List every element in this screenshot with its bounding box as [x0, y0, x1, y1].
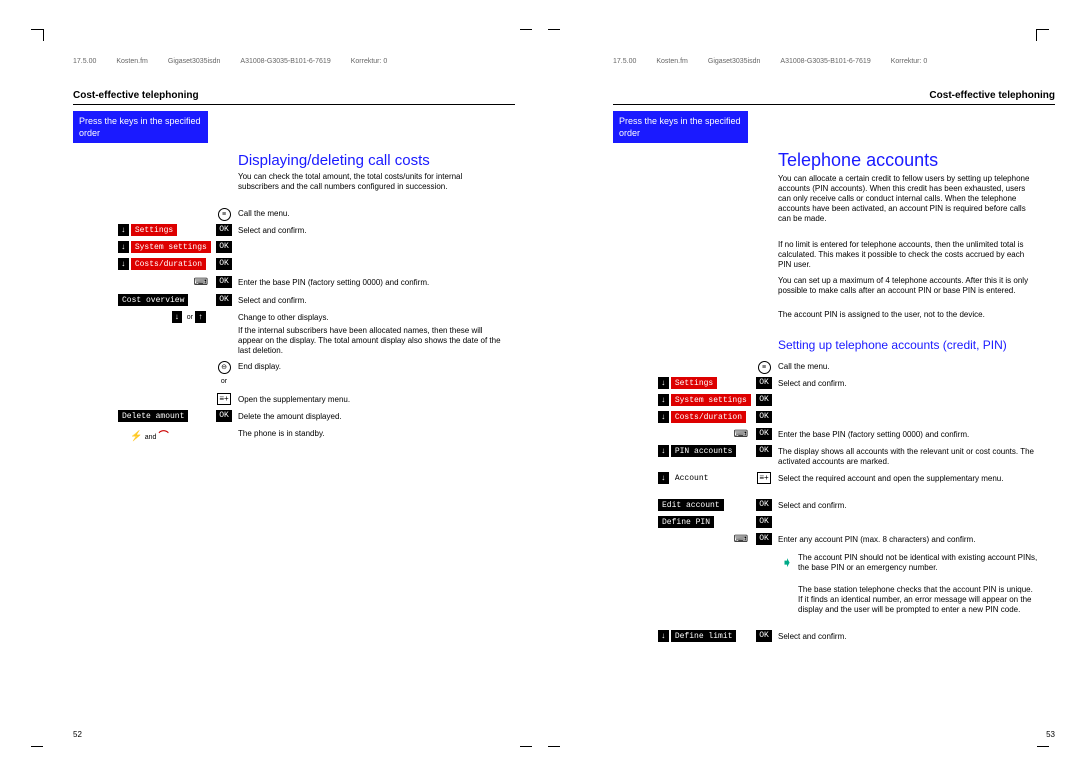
okr-1: OK — [755, 377, 773, 389]
okr-5: OK — [755, 445, 773, 457]
menu-icon-r: ≡ — [755, 360, 773, 374]
rule-left — [73, 104, 515, 105]
okr-3: OK — [755, 411, 773, 423]
rule-right — [613, 104, 1055, 105]
ok-2: OK — [215, 241, 233, 253]
header-left: 17.5.00 Kosten.fm Gigaset3035isdn A31008… — [73, 58, 510, 65]
step-call-menu: Call the menu. — [238, 209, 503, 219]
okr-8: OK — [755, 533, 773, 545]
blue-box-right: Press the keys in the specified order — [613, 111, 748, 143]
section-title-left: Cost-effective telephoning — [73, 90, 199, 101]
ok-4: OK — [215, 276, 233, 288]
step-change: Change to other displays. — [238, 313, 503, 323]
keypad-r2: ⌨ — [658, 534, 748, 545]
section-title-right: Cost-effective telephoning — [929, 90, 1055, 101]
step-sc2: Select and confirm. — [238, 296, 503, 306]
step-delete: Delete the amount displayed. — [238, 412, 503, 422]
intro-r2: If no limit is entered for telephone acc… — [778, 240, 1038, 270]
page-52: 17.5.00 Kosten.fm Gigaset3035isdn A31008… — [0, 0, 540, 763]
ok-3: OK — [215, 258, 233, 270]
heading-setting-up: Setting up telephone accounts (credit, P… — [778, 338, 1038, 352]
supp-menu-icon: ≡+ — [215, 393, 233, 405]
heading-displaying-costs: Displaying/deleting call costs — [238, 152, 503, 169]
supp-icon-r: ≡+ — [755, 472, 773, 484]
keypad-r: ⌨ — [658, 429, 748, 440]
or-text: or — [215, 378, 233, 385]
ok-6: OK — [215, 410, 233, 422]
step-enter-pin: Enter the base PIN (factory setting 0000… — [238, 278, 503, 288]
step-sc1: Select and confirm. — [238, 226, 503, 236]
r-sc3: Select and confirm. — [778, 632, 1038, 642]
note-arrow-icon: ➧ — [778, 554, 796, 571]
blue-instruction-box: Press the keys in the specified order — [73, 111, 208, 143]
r-display-accounts: The display shows all accounts with the … — [778, 447, 1038, 467]
heading-telephone-accounts: Telephone accounts — [778, 150, 938, 171]
r-sc2: Select and confirm. — [778, 501, 1038, 511]
handset-icons: ⚡ and ⌒ — [130, 427, 210, 442]
arrow-keys: ↓ or ↑ — [118, 311, 208, 323]
r-enter-pin: Enter the base PIN (factory setting 0000… — [778, 430, 1038, 440]
note-names: If the internal subscribers have been al… — [238, 326, 503, 356]
end-icon: ⊖ — [215, 360, 233, 374]
menu-icon: ≡ — [215, 207, 233, 221]
okr-9: OK — [755, 630, 773, 642]
intro-left: You can check the total amount, the tota… — [238, 172, 503, 192]
okr-7: OK — [755, 516, 773, 528]
step-standby: The phone is in standby. — [238, 429, 503, 439]
okr-2: OK — [755, 394, 773, 406]
hdr-date: 17.5.00 — [73, 58, 96, 65]
hdr-korr: Korrektur: 0 — [351, 58, 388, 65]
r-sc1: Select and confirm. — [778, 379, 1038, 389]
step-open-menu: Open the supplementary menu. — [238, 395, 503, 405]
keypad-icon: ⌨ — [118, 277, 208, 288]
r-enter-any: Enter any account PIN (max. 8 characters… — [778, 535, 1038, 545]
intro-r3: You can set up a maximum of 4 telephone … — [778, 276, 1038, 296]
intro-r1: You can allocate a certain credit to fel… — [778, 174, 1038, 224]
r-select-req: Select the required account and open the… — [778, 474, 1038, 484]
intro-r4: The account PIN is assigned to the user,… — [778, 310, 1038, 320]
hdr-docid: A31008-G3035-B101-6-7619 — [240, 58, 330, 65]
hdr-product: Gigaset3035isdn — [168, 58, 221, 65]
okr-4: OK — [755, 428, 773, 440]
ok-1: OK — [215, 224, 233, 236]
page-number-53: 53 — [1046, 730, 1055, 739]
hdr-file: Kosten.fm — [116, 58, 148, 65]
okr-6: OK — [755, 499, 773, 511]
r-note1: The account PIN should not be identical … — [798, 553, 1038, 573]
step-end: End display. — [238, 362, 503, 372]
r-note2: The base station telephone checks that t… — [798, 585, 1038, 615]
r-call-menu: Call the menu. — [778, 362, 1038, 372]
ok-5: OK — [215, 294, 233, 306]
page-number-52: 52 — [73, 730, 82, 739]
header-right: 17.5.00 Kosten.fm Gigaset3035isdn A31008… — [613, 58, 1050, 65]
page-53: 17.5.00 Kosten.fm Gigaset3035isdn A31008… — [540, 0, 1080, 763]
